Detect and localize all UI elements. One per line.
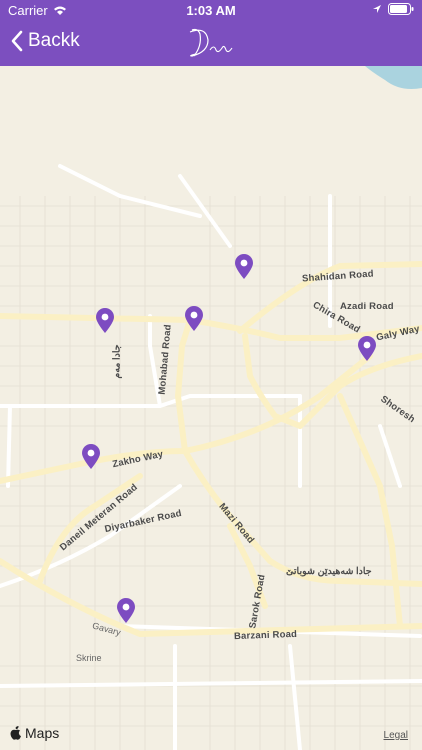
road-label-barzani: Barzani Road	[233, 628, 298, 643]
road-label-jada-mam: جادا مەم	[111, 344, 123, 379]
maps-label: Maps	[25, 725, 60, 741]
map-roads	[0, 66, 422, 750]
road-label-azadi: Azadi Road	[340, 301, 394, 312]
map-view[interactable]: Shahidan Road Azadi Road Chira Road Galy…	[0, 66, 422, 750]
map-pin-icon[interactable]	[116, 598, 136, 624]
map-pin-icon[interactable]	[184, 306, 204, 332]
place-label-skrine: Skrine	[76, 653, 102, 663]
app-logo	[189, 28, 233, 57]
map-pin-icon[interactable]	[357, 336, 377, 362]
status-time: 1:03 AM	[186, 3, 236, 18]
navigation-bar: Backk	[0, 20, 422, 66]
apple-maps-attribution: Maps	[10, 725, 59, 741]
status-bar: Carrier 1:03 AM	[0, 0, 422, 20]
back-button-label: Backk	[28, 30, 80, 51]
location-arrow-icon	[373, 5, 381, 13]
map-pin-icon[interactable]	[95, 308, 115, 334]
apple-logo-icon	[10, 726, 21, 740]
road-label-jada-shahidan: جادا شەهیدێن شوباتێ	[286, 566, 372, 577]
legal-link[interactable]: Legal	[384, 730, 408, 741]
battery-icon	[388, 3, 414, 15]
back-button[interactable]: Backk	[10, 30, 80, 52]
chevron-left-icon	[11, 30, 23, 52]
map-pin-icon[interactable]	[81, 444, 101, 470]
map-pin-icon[interactable]	[234, 254, 254, 280]
